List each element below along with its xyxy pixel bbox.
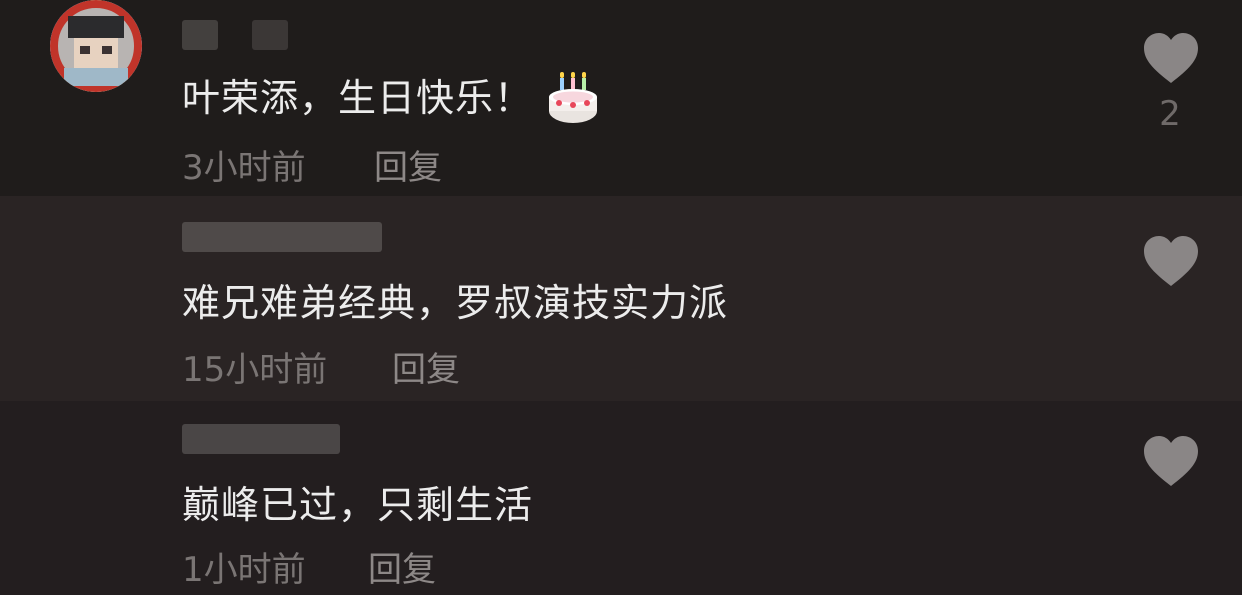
comment-text-content: 叶荣添，生日快乐！ — [182, 76, 534, 120]
timestamp: 15小时前 — [182, 350, 328, 390]
timestamp: 3小时前 — [182, 148, 306, 188]
heart-icon[interactable] — [1143, 236, 1199, 288]
timestamp: 1小时前 — [182, 550, 306, 590]
avatar[interactable] — [50, 0, 142, 92]
birthday-cake-icon — [549, 71, 598, 123]
comment-text: 巅峰已过，只剩生活 — [182, 483, 534, 527]
comment-meta: 15小时前 回复 — [182, 350, 460, 390]
heart-icon[interactable] — [1143, 436, 1199, 488]
reply-button[interactable]: 回复 — [368, 550, 436, 590]
reply-button[interactable]: 回复 — [392, 350, 460, 390]
heart-icon[interactable] — [1143, 33, 1199, 85]
comment-list: 叶荣添，生日快乐！ 3小时前 回复 2 难兄难弟经典，罗叔演技实力派 15小时前… — [0, 0, 1242, 595]
comment-text: 难兄难弟经典，罗叔演技实力派 — [182, 281, 729, 325]
comment-text: 叶荣添，生日快乐！ — [182, 71, 599, 125]
reply-button[interactable]: 回复 — [374, 148, 442, 188]
comment-meta: 1小时前 回复 — [182, 550, 436, 590]
comment-meta: 3小时前 回复 — [182, 148, 442, 188]
like-count: 2 — [1159, 94, 1181, 134]
